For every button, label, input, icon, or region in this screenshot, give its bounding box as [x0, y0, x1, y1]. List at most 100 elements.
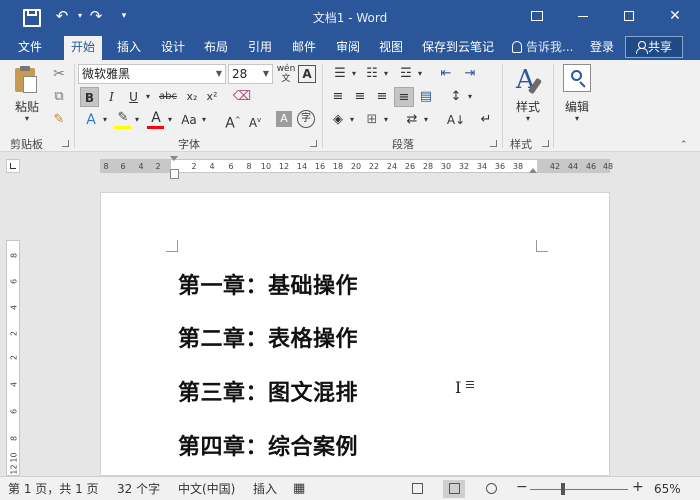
font-size-combo[interactable]: 28 ▼	[228, 64, 273, 84]
numbering-dropdown-icon[interactable]: ▾	[382, 64, 390, 84]
sort-icon[interactable]: A↓	[446, 110, 466, 130]
maximize-button[interactable]	[606, 0, 652, 32]
clear-formatting-icon[interactable]: ⌫	[232, 87, 252, 107]
zoom-level[interactable]: 65%	[654, 481, 681, 497]
multilevel-list-icon[interactable]: ☲	[396, 64, 416, 84]
heading-chapter-3[interactable]: 第三章：图文混排	[178, 375, 358, 407]
heading-chapter-2[interactable]: 第二章：表格操作	[178, 321, 358, 353]
print-layout-button[interactable]	[443, 480, 465, 498]
subscript-button[interactable]: x₂	[183, 87, 201, 107]
tab-view[interactable]: 视图	[379, 36, 403, 60]
copy-icon[interactable]: ⧉	[50, 87, 68, 107]
clipboard-launcher-icon[interactable]	[62, 140, 69, 147]
find-icon[interactable]	[563, 64, 591, 92]
shading-dropdown-icon[interactable]: ▾	[348, 110, 356, 130]
tell-me-search[interactable]: 告诉我...	[512, 36, 573, 58]
multilevel-list-dropdown-icon[interactable]: ▾	[416, 64, 424, 84]
character-shading-icon[interactable]: A	[276, 111, 292, 127]
bullets-icon[interactable]: ☰	[330, 64, 350, 84]
distributed-icon[interactable]: ▤	[416, 87, 436, 107]
highlight-dropdown-icon[interactable]: ▾	[132, 110, 142, 130]
zoom-slider-thumb[interactable]	[561, 483, 565, 495]
ribbon-display-options-button[interactable]	[514, 0, 560, 32]
superscript-button[interactable]: x²	[203, 87, 221, 107]
tab-insert[interactable]: 插入	[117, 36, 141, 60]
increase-indent-icon[interactable]: ⇥	[460, 64, 480, 84]
align-right-icon[interactable]: ≡	[372, 87, 392, 107]
change-case-button[interactable]: Aa	[178, 110, 200, 130]
chinese-layout-dropdown-icon[interactable]: ▾	[422, 110, 430, 130]
minimize-button[interactable]	[560, 0, 606, 32]
styles-dropdown-icon[interactable]: ▾	[523, 114, 533, 124]
font-color-dropdown-icon[interactable]: ▾	[165, 110, 175, 130]
borders-dropdown-icon[interactable]: ▾	[382, 110, 390, 130]
phonetic-guide-icon[interactable]: wén 文	[276, 64, 296, 84]
tab-mailings[interactable]: 邮件	[292, 36, 316, 60]
heading-chapter-1[interactable]: 第一章：基础操作	[178, 268, 358, 300]
change-case-dropdown-icon[interactable]: ▾	[199, 110, 209, 130]
paste-icon[interactable]	[13, 66, 39, 96]
character-border-icon[interactable]: A	[298, 65, 316, 83]
chinese-layout-icon[interactable]: ⇄	[402, 110, 422, 130]
paste-dropdown-icon[interactable]: ▾	[22, 114, 32, 124]
save-icon[interactable]	[20, 6, 41, 27]
italic-button[interactable]: I	[102, 87, 121, 107]
tab-home[interactable]: 开始	[64, 36, 103, 60]
collapse-ribbon-icon[interactable]: ⌃	[680, 140, 690, 150]
font-launcher-icon[interactable]	[310, 140, 317, 147]
justify-icon[interactable]: ≡	[394, 87, 414, 107]
format-painter-icon[interactable]: ✎	[50, 110, 68, 130]
grow-font-button[interactable]: A^	[224, 110, 242, 132]
align-left-icon[interactable]: ≡	[328, 87, 348, 107]
customize-quick-access-icon[interactable]: ▾	[114, 6, 134, 26]
text-effects-icon[interactable]: A	[80, 110, 102, 130]
enclose-characters-icon[interactable]: 字	[297, 110, 315, 128]
first-line-indent-marker[interactable]	[170, 156, 178, 161]
tab-save-to-cloud-notes[interactable]: 保存到云笔记	[422, 36, 494, 60]
numbering-icon[interactable]: ☷	[362, 64, 382, 84]
decrease-indent-icon[interactable]: ⇤	[436, 64, 456, 84]
tab-review[interactable]: 审阅	[336, 36, 360, 60]
left-indent-marker[interactable]	[170, 169, 179, 179]
tab-file[interactable]: 文件	[18, 36, 42, 60]
shrink-font-button[interactable]: Av	[246, 110, 264, 130]
editing-dropdown-icon[interactable]: ▾	[572, 114, 582, 124]
align-center-icon[interactable]: ≡	[350, 87, 370, 107]
underline-button[interactable]: U	[124, 87, 143, 107]
paragraph-launcher-icon[interactable]	[490, 140, 497, 147]
word-count[interactable]: 32 个字	[117, 481, 160, 497]
tab-layout[interactable]: 布局	[204, 36, 228, 60]
borders-icon[interactable]: ⊞	[362, 110, 382, 130]
language-indicator[interactable]: 中文(中国)	[178, 481, 235, 497]
font-name-combo[interactable]: 微软雅黑 ▼	[78, 64, 226, 84]
undo-icon[interactable]: ↶	[52, 6, 72, 26]
line-spacing-icon[interactable]: ↕	[446, 87, 466, 107]
redo-icon[interactable]: ↷	[86, 6, 106, 26]
sign-in-link[interactable]: 登录	[590, 36, 614, 58]
close-button[interactable]: ✕	[652, 0, 698, 32]
vertical-ruler[interactable]: 8 6 4 2 2 4 6 8 10 12	[6, 240, 20, 476]
tab-selector-icon[interactable]	[6, 159, 20, 173]
cut-icon[interactable]: ✂	[50, 64, 68, 84]
strikethrough-button[interactable]: abc	[156, 87, 180, 107]
web-layout-button[interactable]	[480, 480, 502, 498]
zoom-in-button[interactable]: +	[632, 479, 644, 495]
bold-button[interactable]: B	[80, 87, 99, 107]
tab-design[interactable]: 设计	[161, 36, 185, 60]
highlight-icon[interactable]: ✎	[113, 108, 133, 128]
right-indent-marker[interactable]	[529, 168, 537, 173]
font-color-icon[interactable]: A	[146, 108, 166, 128]
line-spacing-dropdown-icon[interactable]: ▾	[466, 87, 474, 107]
tab-references[interactable]: 引用	[248, 36, 272, 60]
shading-icon[interactable]: ◈	[328, 110, 348, 130]
insert-mode-indicator[interactable]: 插入	[253, 481, 277, 497]
styles-icon[interactable]: A	[514, 66, 544, 98]
read-mode-button[interactable]	[406, 480, 428, 498]
page-count[interactable]: 第 1 页，共 1 页	[8, 481, 99, 497]
heading-chapter-4[interactable]: 第四章：综合案例	[178, 429, 358, 461]
share-button[interactable]: 共享	[625, 36, 683, 58]
show-marks-icon[interactable]: ↵	[478, 110, 494, 130]
underline-dropdown-icon[interactable]: ▾	[143, 87, 153, 107]
text-effects-dropdown-icon[interactable]: ▾	[100, 110, 110, 130]
bullets-dropdown-icon[interactable]: ▾	[350, 64, 358, 84]
